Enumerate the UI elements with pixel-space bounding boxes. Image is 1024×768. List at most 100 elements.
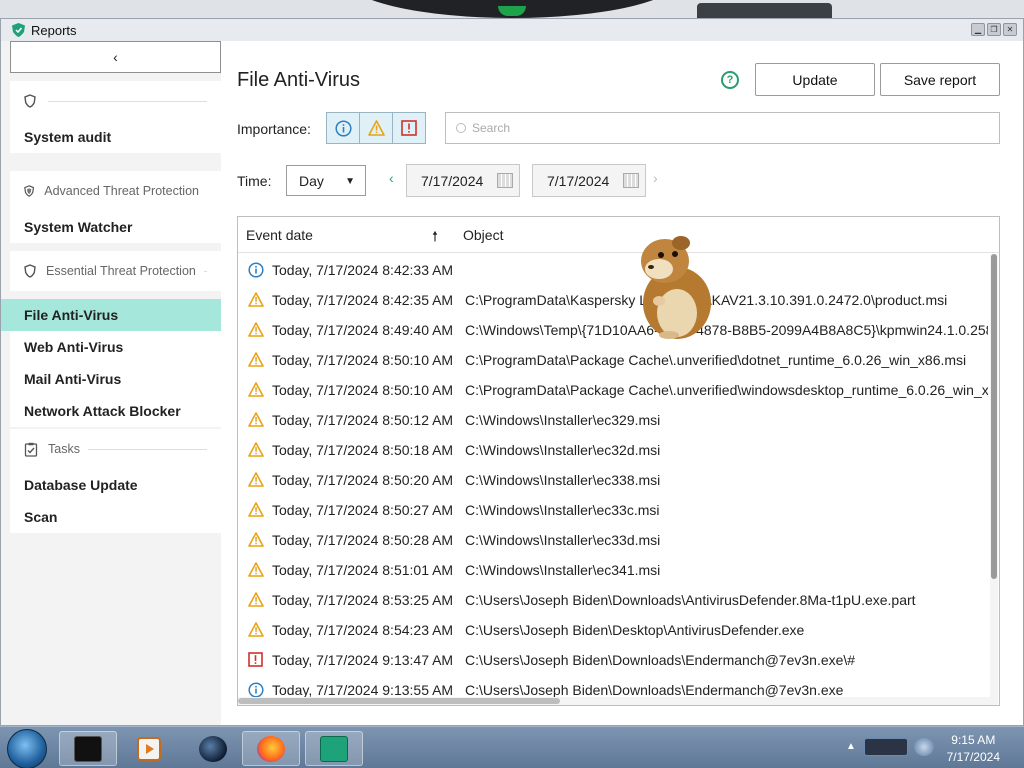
event-date-cell: Today, 7/17/2024 8:54:23 AM xyxy=(272,622,454,638)
table-row[interactable]: Today, 7/17/2024 8:50:12 AM C:\Windows\In… xyxy=(238,404,988,434)
table-row[interactable]: Today, 7/17/2024 8:51:01 AM C:\Windows\In… xyxy=(238,554,988,584)
event-date-cell: Today, 7/17/2024 8:53:25 AM xyxy=(272,592,454,608)
nav-group-header: Advanced Threat Protection xyxy=(10,171,221,211)
object-cell: C:\Users\Joseph Biden\Desktop\AntivirusD… xyxy=(465,622,805,638)
date-from-field[interactable]: 7/17/2024 xyxy=(406,164,520,197)
shield-icon xyxy=(24,94,36,108)
calendar-icon[interactable] xyxy=(497,173,513,188)
taskbar-globe[interactable] xyxy=(184,731,242,766)
firefox-icon xyxy=(257,735,285,762)
time-period-select[interactable]: Day ▼ xyxy=(286,165,366,196)
update-button[interactable]: Update xyxy=(755,63,875,96)
event-date-cell: Today, 7/17/2024 8:42:35 AM xyxy=(272,292,454,308)
horizontal-scroll-thumb[interactable] xyxy=(238,698,560,704)
table-row[interactable]: Today, 7/17/2024 8:49:40 AM C:\Windows\Te… xyxy=(238,314,988,344)
next-period-arrow-icon: › xyxy=(653,170,658,186)
table-row[interactable]: Today, 7/17/2024 9:13:55 AM C:\Users\Jose… xyxy=(238,674,988,697)
info-icon xyxy=(248,682,264,697)
table-row[interactable]: Today, 7/17/2024 8:50:27 AM C:\Windows\In… xyxy=(238,494,988,524)
event-date-cell: Today, 7/17/2024 8:50:12 AM xyxy=(272,412,454,428)
importance-critical-toggle[interactable] xyxy=(392,112,426,144)
table-row[interactable]: Today, 7/17/2024 8:50:20 AM C:\Windows\In… xyxy=(238,464,988,494)
critical-icon xyxy=(248,652,264,667)
back-button[interactable]: ‹ xyxy=(10,41,221,73)
event-date-cell: Today, 7/17/2024 9:13:55 AM xyxy=(272,682,454,697)
taskbar-clock[interactable]: 9:15 AM 7/17/2024 xyxy=(947,732,1000,766)
taskbar-media-player[interactable] xyxy=(120,731,178,766)
taskbar-firefox[interactable] xyxy=(242,731,300,766)
volume-icon[interactable] xyxy=(914,738,934,756)
system-tray: ▲ 9:15 AM 7/17/2024 xyxy=(840,727,1024,768)
event-date-cell: Today, 7/17/2024 8:50:28 AM xyxy=(272,532,454,548)
chevron-left-icon: ‹ xyxy=(113,49,118,65)
sidebar-item-system-audit[interactable]: System audit xyxy=(10,121,221,153)
minimize-button[interactable]: ▁ xyxy=(971,23,985,36)
time-period-value: Day xyxy=(299,172,324,189)
search-input[interactable]: Search xyxy=(445,112,1000,144)
title-bar[interactable]: Reports ▁ ❐ ✕ xyxy=(1,19,1023,41)
column-header-object[interactable]: Object xyxy=(463,227,503,243)
table-row[interactable]: Today, 7/17/2024 8:50:10 AM C:\ProgramDat… xyxy=(238,344,988,374)
taskbar-terminal[interactable] xyxy=(59,731,117,766)
clock-time: 9:15 AM xyxy=(951,733,996,747)
importance-warning-toggle[interactable] xyxy=(359,112,393,144)
vertical-scroll-thumb[interactable] xyxy=(991,254,997,579)
sort-ascending-icon[interactable]: 🠕 xyxy=(432,226,438,250)
date-to-field[interactable]: 7/17/2024 xyxy=(532,164,646,197)
tray-expand-icon[interactable]: ▲ xyxy=(846,741,856,752)
restore-button[interactable]: ❐ xyxy=(987,23,1001,36)
sidebar-item-mail-anti-virus[interactable]: Mail Anti-Virus xyxy=(10,363,221,395)
horizontal-scrollbar[interactable] xyxy=(238,697,998,705)
table-row[interactable]: Today, 7/17/2024 8:53:25 AM C:\Users\Jose… xyxy=(238,584,988,614)
desktop-window-tab[interactable] xyxy=(697,3,832,18)
sidebar-item-network-attack-blocker[interactable]: Network Attack Blocker xyxy=(10,395,221,427)
warning-icon xyxy=(248,352,264,367)
info-icon xyxy=(248,262,264,278)
help-icon[interactable]: ? xyxy=(721,71,739,89)
nav-group-essential: Essential Threat Protection xyxy=(10,251,221,291)
date-from-value: 7/17/2024 xyxy=(421,172,484,189)
save-report-button[interactable]: Save report xyxy=(880,63,1000,96)
sidebar-item-web-anti-virus[interactable]: Web Anti-Virus xyxy=(10,331,221,363)
table-row[interactable]: Today, 7/17/2024 8:50:10 AM C:\ProgramDat… xyxy=(238,374,988,404)
event-date-cell: Today, 7/17/2024 8:50:10 AM xyxy=(272,382,454,398)
sidebar-item-database-update[interactable]: Database Update xyxy=(10,469,221,501)
table-row[interactable]: Today, 7/17/2024 8:42:35 AM C:\ProgramDat… xyxy=(238,284,988,314)
page-title: File Anti-Virus xyxy=(237,69,361,91)
importance-label: Importance: xyxy=(237,121,311,137)
kaspersky-shield-icon xyxy=(12,23,25,37)
network-icon[interactable] xyxy=(864,738,908,756)
nav-group-essential-items: Web Anti-Virus Mail Anti-Virus Network A… xyxy=(10,331,221,427)
event-date-cell: Today, 7/17/2024 8:49:40 AM xyxy=(272,322,454,338)
table-row[interactable]: Today, 7/17/2024 8:50:18 AM C:\Windows\In… xyxy=(238,434,988,464)
sidebar-item-scan[interactable]: Scan xyxy=(10,501,221,533)
table-row[interactable]: Today, 7/17/2024 9:13:47 AM C:\Users\Jose… xyxy=(238,644,988,674)
taskbar-kaspersky[interactable] xyxy=(305,731,363,766)
sidebar-item-file-anti-virus[interactable]: File Anti-Virus xyxy=(1,299,221,331)
column-header-event-date[interactable]: Event date xyxy=(246,227,313,243)
calendar-icon[interactable] xyxy=(623,173,639,188)
table-row[interactable]: Today, 7/17/2024 8:42:33 AM xyxy=(238,254,988,284)
nav-group-label: Tasks xyxy=(48,442,80,456)
warning-icon xyxy=(248,562,264,577)
event-date-cell: Today, 7/17/2024 8:42:33 AM xyxy=(272,262,454,278)
object-cell: C:\Windows\Installer\ec338.msi xyxy=(465,472,661,488)
object-cell: C:\Users\Joseph Biden\Downloads\Antiviru… xyxy=(465,592,916,608)
table-header: Event date 🠕 Object xyxy=(238,217,999,253)
previous-period-arrow-icon[interactable]: ‹ xyxy=(389,170,394,186)
warning-icon xyxy=(248,322,264,337)
close-button[interactable]: ✕ xyxy=(1003,23,1017,36)
start-orb[interactable] xyxy=(7,729,47,768)
nav-group-header xyxy=(10,81,221,121)
sidebar-item-system-watcher[interactable]: System Watcher xyxy=(10,211,221,243)
warning-icon xyxy=(248,412,264,427)
table-row[interactable]: Today, 7/17/2024 8:54:23 AM C:\Users\Jose… xyxy=(238,614,988,644)
warning-icon xyxy=(248,442,264,457)
vertical-scrollbar[interactable] xyxy=(990,254,998,699)
table-row[interactable]: Today, 7/17/2024 8:50:28 AM C:\Windows\In… xyxy=(238,524,988,554)
warning-icon xyxy=(248,592,264,607)
warning-icon xyxy=(248,292,264,307)
event-date-cell: Today, 7/17/2024 8:50:10 AM xyxy=(272,352,454,368)
importance-info-toggle[interactable] xyxy=(326,112,360,144)
info-icon xyxy=(334,119,352,137)
